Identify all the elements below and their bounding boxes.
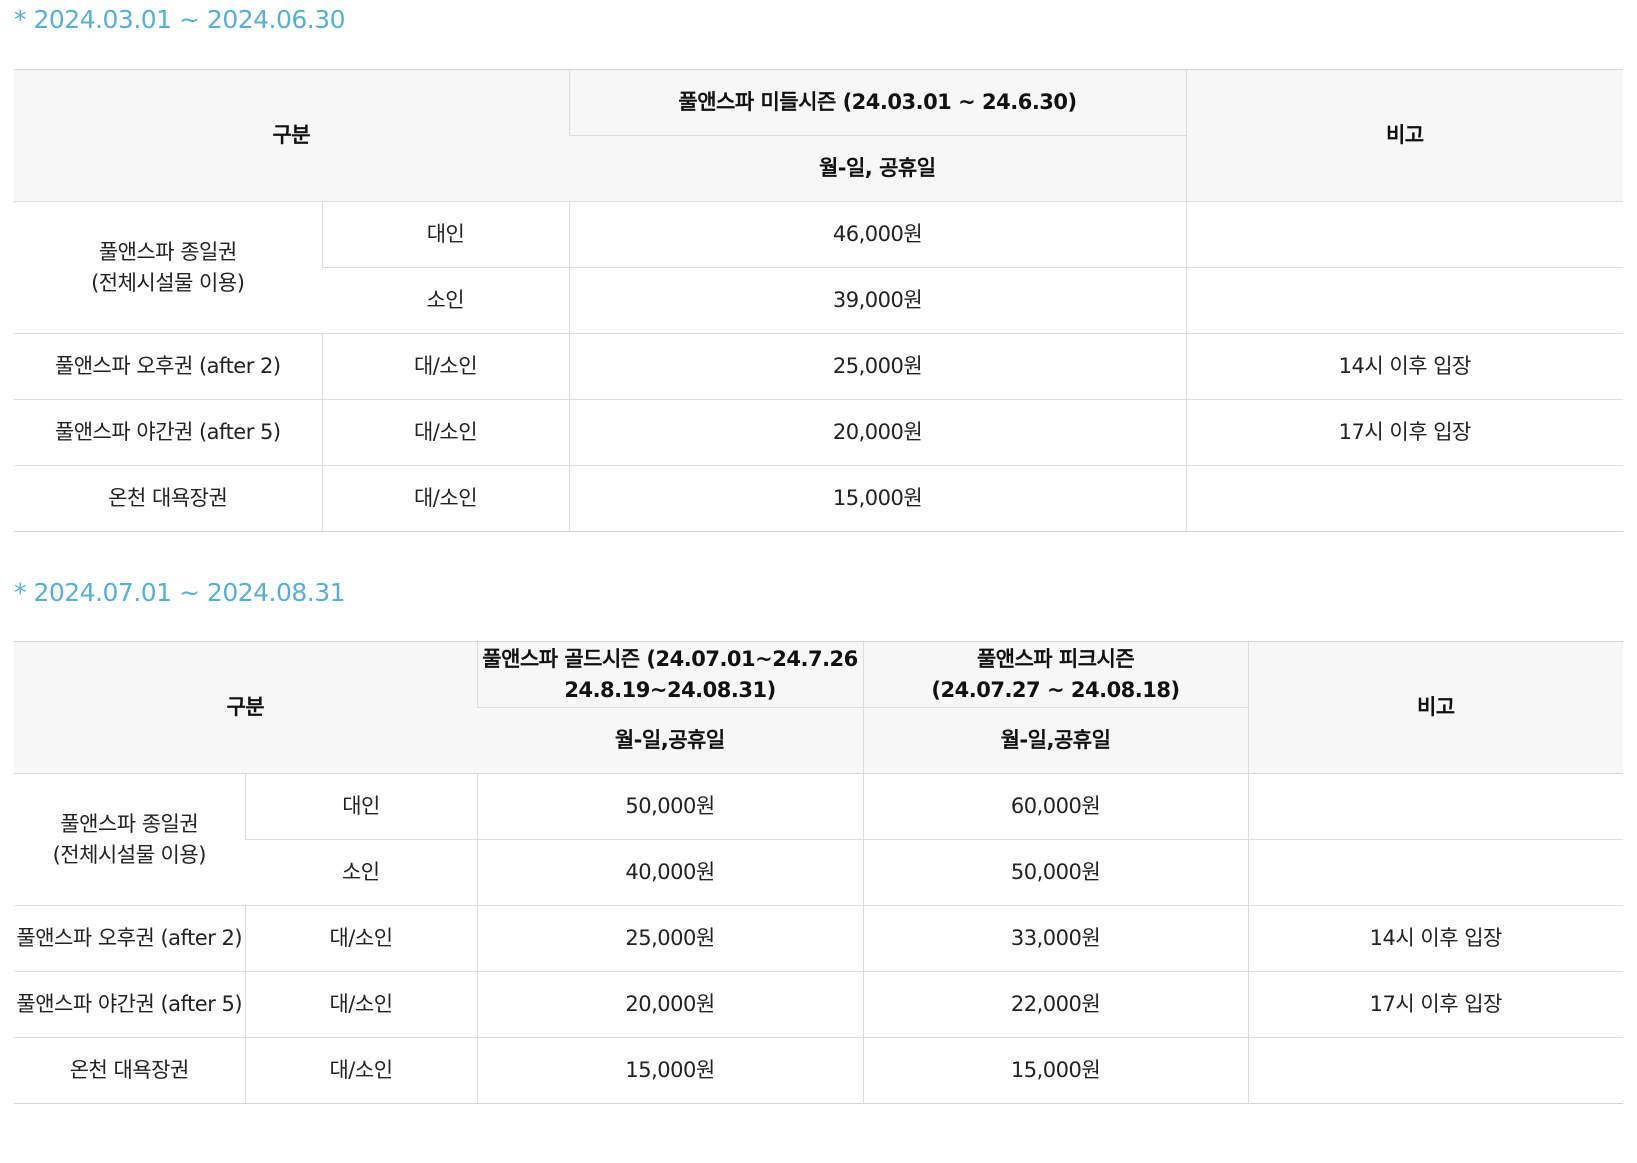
- header-gold-season: 풀앤스파 골드시즌 (24.07.01~24.7.26 24.8.19~24.0…: [476, 641, 864, 708]
- price-cell-gold: 15,000원: [476, 1037, 864, 1104]
- table-row: 풀앤스파 야간권 (after 5) 대/소인 20,000원 17시 이후 입…: [14, 399, 1624, 466]
- price-cell-peak: 60,000원: [862, 773, 1249, 840]
- ticket-name-night: 풀앤스파 야간권 (after 5): [14, 399, 322, 466]
- ticket-name-subline: (전체시설물 이용): [91, 270, 245, 295]
- header-peak-season: 풀앤스파 피크시즌 (24.07.27 ~ 24.08.18): [862, 641, 1249, 708]
- price-table-middle-season: 구분 풀앤스파 미들시즌 (24.03.01 ~ 24.6.30) 비고 월-일…: [14, 69, 1624, 532]
- note-cell: [1247, 839, 1624, 906]
- ticket-name-fullday: 풀앤스파 종일권 (전체시설물 이용): [14, 773, 245, 906]
- ticket-name-line: 풀앤스파 종일권: [60, 811, 199, 836]
- note-cell: 17시 이후 입장: [1247, 971, 1624, 1038]
- table-row: 풀앤스파 오후권 (after 2) 대/소인 25,000원 14시 이후 입…: [14, 333, 1624, 400]
- header-peak-days: 월-일,공휴일: [862, 707, 1249, 774]
- ticket-name-afternoon: 풀앤스파 오후권 (after 2): [14, 333, 322, 400]
- table-row: 풀앤스파 종일권 (전체시설물 이용) 대인 46,000원: [14, 201, 1624, 334]
- header-category: 구분: [14, 641, 478, 774]
- table-row: 풀앤스파 야간권 (after 5) 대/소인 20,000원 22,000원 …: [14, 971, 1624, 1038]
- target-child: 소인: [245, 839, 478, 906]
- price-cell: 15,000원: [568, 465, 1187, 532]
- price-cell-peak: 33,000원: [862, 905, 1249, 972]
- note-cell: 14시 이후 입장: [1247, 905, 1624, 972]
- period-label-summer-season: * 2024.07.01 ~ 2024.08.31: [14, 578, 346, 607]
- header-category: 구분: [14, 69, 570, 202]
- target-all: 대/소인: [244, 905, 478, 972]
- period-label-middle-season: * 2024.03.01 ~ 2024.06.30: [14, 5, 346, 34]
- price-cell-gold: 40,000원: [476, 839, 864, 906]
- price-cell: 39,000원: [568, 267, 1187, 334]
- table-row: 풀앤스파 종일권 (전체시설물 이용) 대인 50,000원 60,000원: [14, 773, 1624, 906]
- header-gold-days: 월-일,공휴일: [477, 707, 864, 774]
- header-middle-season: 풀앤스파 미들시즌 (24.03.01 ~ 24.6.30): [568, 69, 1187, 136]
- price-cell-peak: 50,000원: [862, 839, 1249, 906]
- table-row: 온천 대욕장권 대/소인 15,000원: [14, 465, 1624, 532]
- note-cell: [1185, 465, 1624, 532]
- ticket-name-fullday: 풀앤스파 종일권 (전체시설물 이용): [14, 201, 322, 334]
- header-days: 월-일, 공휴일: [569, 135, 1187, 202]
- ticket-name-subline: (전체시설물 이용): [52, 842, 207, 867]
- note-cell: [1247, 1037, 1624, 1104]
- target-all: 대/소인: [321, 333, 570, 400]
- ticket-name-bath: 온천 대욕장권: [14, 1037, 245, 1104]
- target-adult: 대인: [321, 201, 570, 268]
- header-gold-season-line1: 풀앤스파 골드시즌 (24.07.01~24.7.26: [482, 646, 858, 671]
- note-cell: 17시 이후 입장: [1185, 399, 1624, 466]
- header-peak-season-line1: 풀앤스파 피크시즌: [976, 646, 1135, 671]
- note-cell: 14시 이후 입장: [1185, 333, 1624, 400]
- ticket-name-night: 풀앤스파 야간권 (after 5): [14, 971, 245, 1038]
- header-peak-season-line2: (24.07.27 ~ 24.08.18): [931, 677, 1180, 702]
- price-cell: 20,000원: [568, 399, 1187, 466]
- ticket-name-line: 풀앤스파 종일권: [98, 239, 237, 264]
- note-cell: [1185, 201, 1624, 268]
- target-all: 대/소인: [321, 399, 570, 466]
- price-cell-peak: 15,000원: [862, 1037, 1249, 1104]
- price-cell-gold: 20,000원: [476, 971, 864, 1038]
- target-adult: 대인: [244, 773, 478, 840]
- target-all: 대/소인: [244, 1037, 478, 1104]
- target-all: 대/소인: [321, 465, 570, 532]
- ticket-name-afternoon: 풀앤스파 오후권 (after 2): [14, 905, 245, 972]
- table-row: 풀앤스파 오후권 (after 2) 대/소인 25,000원 33,000원 …: [14, 905, 1624, 972]
- table-row: 온천 대욕장권 대/소인 15,000원 15,000원: [14, 1037, 1624, 1104]
- target-all: 대/소인: [244, 971, 478, 1038]
- price-cell-gold: 25,000원: [476, 905, 864, 972]
- price-cell: 25,000원: [568, 333, 1187, 400]
- header-note: 비고: [1247, 641, 1624, 774]
- table-row: 소인 40,000원 50,000원: [14, 839, 1624, 906]
- price-cell-peak: 22,000원: [862, 971, 1249, 1038]
- header-gold-season-line2: 24.8.19~24.08.31): [564, 677, 776, 702]
- note-cell: [1247, 773, 1624, 840]
- header-note: 비고: [1185, 69, 1624, 202]
- price-cell-gold: 50,000원: [476, 773, 864, 840]
- price-table-summer-season: 구분 풀앤스파 골드시즌 (24.07.01~24.7.26 24.8.19~2…: [14, 641, 1624, 1104]
- ticket-name-bath: 온천 대욕장권: [14, 465, 322, 532]
- target-child: 소인: [322, 267, 570, 334]
- note-cell: [1185, 267, 1624, 334]
- price-cell: 46,000원: [568, 201, 1187, 268]
